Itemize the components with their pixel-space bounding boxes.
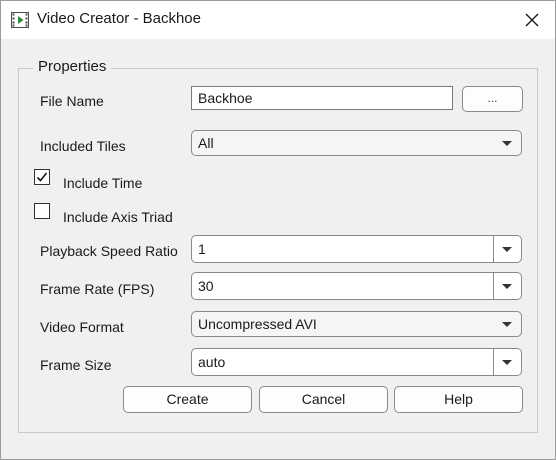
file-name-input[interactable]: Backhoe [191, 86, 453, 110]
help-button[interactable]: Help [394, 386, 523, 413]
window-title: Video Creator - Backhoe [37, 10, 201, 27]
combo-separator [493, 236, 494, 262]
close-button[interactable] [509, 1, 555, 39]
playback-speed-ratio-label: Playback Speed Ratio [40, 243, 178, 259]
close-icon [525, 13, 539, 27]
playback-speed-ratio-value[interactable]: 1 [198, 241, 206, 257]
create-button[interactable]: Create [123, 386, 252, 413]
chevron-down-icon[interactable] [502, 284, 512, 289]
checkmark-icon [36, 172, 48, 182]
frame-rate-combobox[interactable]: 30 [191, 272, 522, 300]
playback-speed-ratio-combobox[interactable]: 1 [191, 235, 522, 263]
title-bar[interactable]: Video Creator - Backhoe [1, 1, 555, 39]
browse-button[interactable]: ... [462, 86, 523, 112]
include-time-label: Include Time [63, 175, 143, 191]
include-axis-triad-checkbox[interactable] [34, 203, 50, 219]
video-app-icon [11, 12, 29, 28]
video-format-dropdown[interactable]: Uncompressed AVI [191, 311, 522, 337]
included-tiles-value: All [198, 135, 214, 151]
combo-separator [493, 349, 494, 375]
chevron-down-icon [502, 141, 512, 146]
chevron-down-icon [502, 322, 512, 327]
chevron-down-icon[interactable] [502, 247, 512, 252]
chevron-down-icon[interactable] [502, 360, 512, 365]
frame-size-combobox[interactable]: auto [191, 348, 522, 376]
frame-rate-value[interactable]: 30 [198, 278, 214, 294]
file-name-label: File Name [40, 93, 104, 109]
video-format-label: Video Format [40, 319, 124, 335]
included-tiles-dropdown[interactable]: All [191, 130, 522, 156]
cancel-button[interactable]: Cancel [259, 386, 388, 413]
include-axis-triad-label: Include Axis Triad [63, 209, 173, 225]
included-tiles-label: Included Tiles [40, 138, 126, 154]
combo-separator [493, 273, 494, 299]
frame-size-value[interactable]: auto [198, 354, 225, 370]
frame-rate-label: Frame Rate (FPS) [40, 281, 155, 297]
video-format-value: Uncompressed AVI [198, 316, 317, 332]
frame-size-label: Frame Size [40, 357, 112, 373]
properties-group-title: Properties [33, 58, 112, 75]
include-time-checkbox[interactable] [34, 169, 50, 185]
